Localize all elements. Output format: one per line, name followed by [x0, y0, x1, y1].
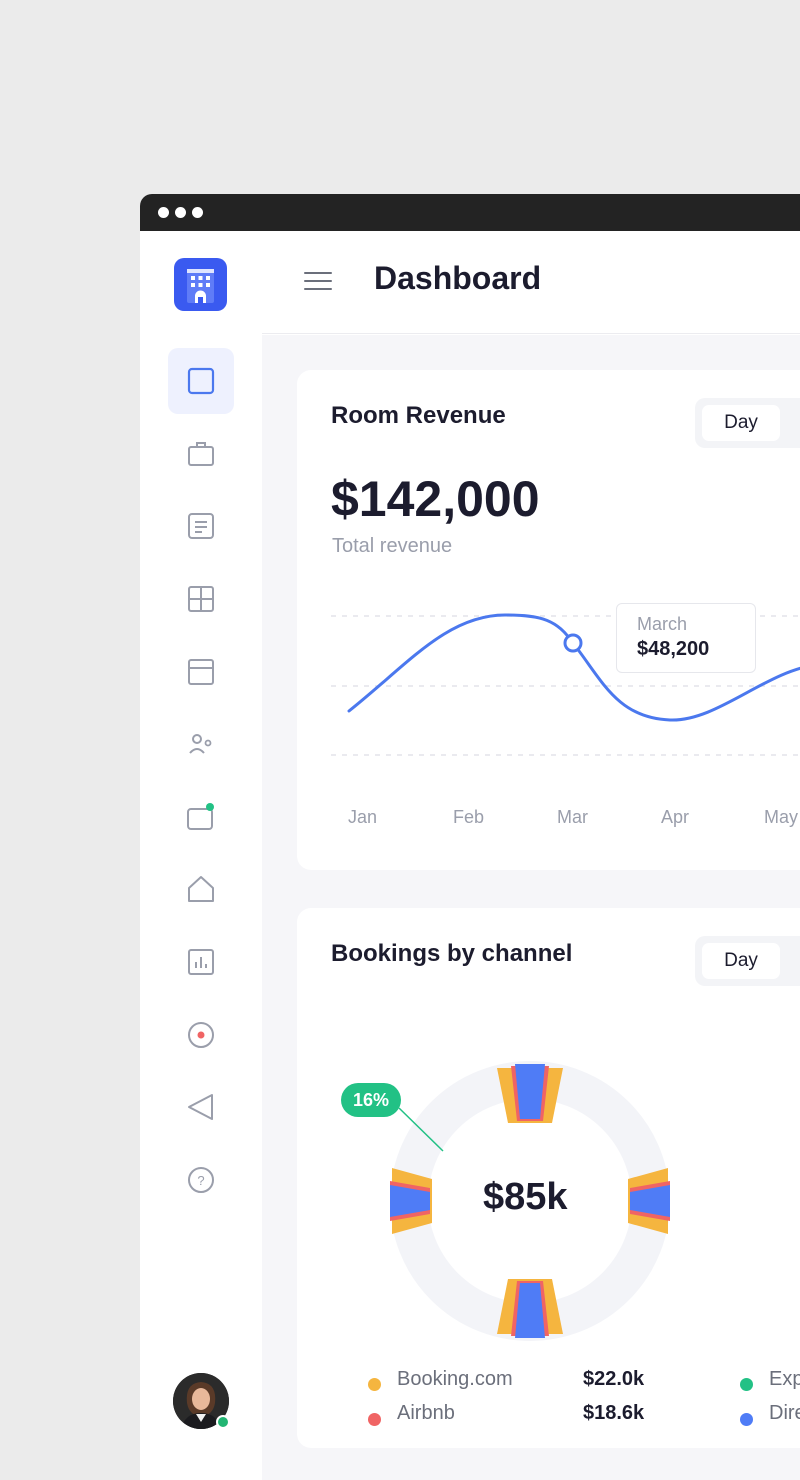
- room-revenue-card: Room Revenue Day $142,000 Total revenue …: [297, 370, 800, 870]
- legend-dot-direct: [740, 1413, 753, 1426]
- donut-segment-bottom: [497, 1279, 563, 1338]
- sidebar-item-documents[interactable]: [168, 493, 234, 559]
- window-titlebar: [140, 194, 800, 231]
- legend-value: $18.6k: [583, 1402, 645, 1424]
- briefcase-icon: [188, 442, 214, 466]
- sidebar-item-calendar[interactable]: [168, 639, 234, 705]
- record-icon: [188, 1022, 214, 1048]
- chart-icon: [188, 949, 214, 975]
- document-icon: [188, 513, 214, 539]
- sidebar-item-reports[interactable]: [168, 929, 234, 995]
- home-icon: [188, 876, 214, 902]
- send-icon: [188, 1094, 213, 1120]
- tooltip-month: March: [637, 614, 688, 634]
- chart-tooltip: March $48,200: [616, 603, 756, 673]
- month-label: Mar: [557, 807, 588, 827]
- users-icon: [189, 734, 212, 754]
- percentage-badge: 16%: [341, 1083, 401, 1117]
- tooltip-value: $48,200: [637, 638, 710, 660]
- hotel-logo-icon[interactable]: [174, 258, 227, 311]
- donut-center-value: $85k: [483, 1176, 568, 1218]
- legend-label: Dire: [769, 1402, 800, 1424]
- month-label: May: [764, 807, 799, 827]
- layout-icon: [188, 659, 214, 685]
- legend-dot-booking: [368, 1378, 381, 1391]
- page-title: Dashboard: [374, 260, 542, 296]
- month-label: Jan: [348, 807, 378, 827]
- legend-dot-airbnb: [368, 1413, 381, 1426]
- sidebar-item-campaigns[interactable]: [168, 1074, 234, 1140]
- header: Dashboard: [262, 231, 800, 334]
- online-status-badge: [216, 1415, 230, 1429]
- donut-segment-right: [628, 1168, 670, 1234]
- legend-label: Booking.com: [397, 1368, 513, 1390]
- app-window: ? Dashboard Room Revenue Day $142,000 To…: [140, 194, 800, 1480]
- sidebar-item-properties[interactable]: [168, 856, 234, 922]
- main-content: Room Revenue Day $142,000 Total revenue …: [262, 335, 800, 1480]
- revenue-point-march: [563, 633, 583, 653]
- legend-label: Exp: [769, 1368, 800, 1390]
- sidebar: ?: [140, 231, 262, 1480]
- month-label: Feb: [453, 807, 485, 827]
- menu-icon[interactable]: [304, 268, 334, 294]
- sidebar-item-messages[interactable]: [168, 784, 234, 850]
- donut-segment-left: [390, 1168, 432, 1234]
- bookings-channel-card: Bookings by channel Day $85k 16% Booking…: [297, 908, 800, 1448]
- month-label: Apr: [661, 807, 690, 827]
- sidebar-item-dashboard[interactable]: [168, 348, 234, 414]
- help-icon: ?: [188, 1167, 214, 1193]
- sidebar-item-help[interactable]: ?: [168, 1147, 234, 1213]
- donut-segment-top: [497, 1064, 563, 1123]
- square-icon: [187, 367, 215, 395]
- svg-text:?: ?: [197, 1173, 204, 1188]
- sidebar-item-bookings[interactable]: [168, 421, 234, 487]
- window-control[interactable]: [192, 207, 203, 218]
- sidebar-item-rooms[interactable]: [168, 566, 234, 632]
- legend-value: $22.0k: [583, 1368, 645, 1390]
- legend-label: Airbnb: [397, 1402, 455, 1424]
- sidebar-item-live[interactable]: [168, 1002, 234, 1068]
- sidebar-item-guests[interactable]: [168, 711, 234, 777]
- legend-dot-expedia: [740, 1378, 753, 1391]
- notification-icon: [187, 803, 214, 830]
- grid-icon: [188, 586, 214, 612]
- window-control[interactable]: [175, 207, 186, 218]
- window-control[interactable]: [158, 207, 169, 218]
